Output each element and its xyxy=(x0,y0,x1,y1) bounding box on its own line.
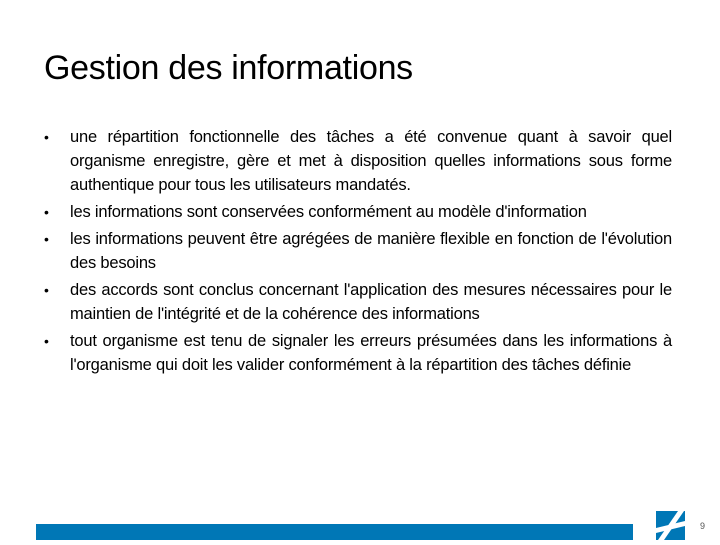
bullet-item: • les informations peuvent être agrégées… xyxy=(44,227,672,275)
bullet-text: tout organisme est tenu de signaler les … xyxy=(70,332,672,374)
bullet-icon: • xyxy=(44,282,49,298)
bullet-icon: • xyxy=(44,129,49,145)
bullet-text: des accords sont conclus concernant l'ap… xyxy=(70,281,672,323)
slide-title: Gestion des informations xyxy=(44,49,413,87)
flag-saltire-logo-icon xyxy=(656,511,685,540)
footer-accent-bar xyxy=(36,524,633,540)
bullet-icon: • xyxy=(44,204,49,220)
bullet-item: • une répartition fonctionnelle des tâch… xyxy=(44,125,672,197)
bullet-icon: • xyxy=(44,231,49,247)
bullet-text: les informations sont conservées conform… xyxy=(70,203,587,221)
bullet-item: • les informations sont conservées confo… xyxy=(44,200,672,224)
bullet-icon: • xyxy=(44,333,49,349)
bullet-item: • tout organisme est tenu de signaler le… xyxy=(44,329,672,377)
bullet-item: • des accords sont conclus concernant l'… xyxy=(44,278,672,326)
bullet-text: les informations peuvent être agrégées d… xyxy=(70,230,672,272)
page-number: 9 xyxy=(700,521,706,531)
bullet-text: une répartition fonctionnelle des tâches… xyxy=(70,128,672,194)
bullet-list: • une répartition fonctionnelle des tâch… xyxy=(44,125,672,380)
